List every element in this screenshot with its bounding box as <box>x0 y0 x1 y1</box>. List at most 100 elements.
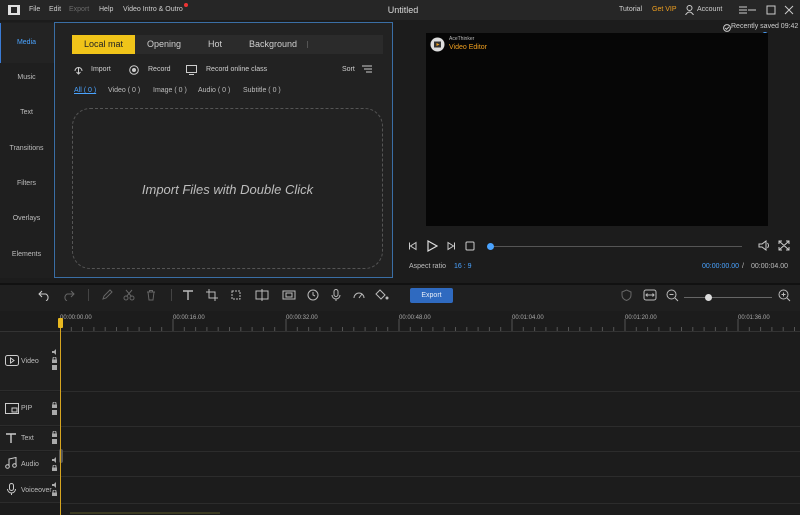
cut-icon[interactable] <box>123 289 135 301</box>
timeline-tracks <box>0 331 800 515</box>
playhead-handle[interactable] <box>58 318 63 328</box>
maximize-icon[interactable] <box>764 3 778 17</box>
aspect-ratio-value[interactable]: 16 : 9 <box>454 263 472 270</box>
stop-icon[interactable] <box>465 241 475 251</box>
tab-hot[interactable]: Hot <box>200 35 230 54</box>
mosaic-icon[interactable] <box>282 289 296 301</box>
sort-icon[interactable] <box>361 64 373 74</box>
track-lock-icon[interactable] <box>52 402 58 408</box>
shield-icon[interactable] <box>621 289 632 301</box>
fit-timeline-icon[interactable] <box>643 289 657 301</box>
video-track-icon <box>5 355 19 366</box>
track-mute-icon[interactable] <box>52 482 58 488</box>
resize-icon[interactable] <box>230 289 242 301</box>
volume-icon[interactable] <box>758 240 770 251</box>
nav-music[interactable]: Music <box>0 74 53 81</box>
nav-overlays[interactable]: Overlays <box>0 215 53 222</box>
track-visibility-icon[interactable] <box>52 439 58 445</box>
filter-video[interactable]: Video ( 0 ) <box>108 87 140 94</box>
track-lock-icon[interactable] <box>52 465 58 471</box>
ruler-tick-label: 00:00:48.00 <box>399 315 431 321</box>
sort-label[interactable]: Sort <box>342 66 355 73</box>
export-button[interactable]: Export <box>410 288 453 303</box>
track-divider <box>60 476 800 477</box>
microphone-icon[interactable] <box>330 289 342 301</box>
duration-icon[interactable] <box>307 289 319 301</box>
timeline-ruler[interactable] <box>60 311 800 331</box>
record-online-icon[interactable] <box>186 65 197 75</box>
play-icon[interactable] <box>426 240 438 252</box>
dropzone-hint: Import Files with Double Click <box>141 182 314 197</box>
fullscreen-icon[interactable] <box>778 240 790 251</box>
tab-opening[interactable]: Opening <box>139 35 189 54</box>
track-divider <box>60 426 800 427</box>
nav-filters[interactable]: Filters <box>0 180 53 187</box>
menu-export[interactable]: Export <box>69 6 89 13</box>
track-visibility-icon[interactable] <box>52 365 58 371</box>
text-track-icon <box>5 432 17 444</box>
record-online-button[interactable]: Record online class <box>206 66 267 73</box>
track-label-pip: PIP <box>21 405 33 412</box>
text-tool-icon[interactable] <box>182 289 194 301</box>
playhead-line[interactable] <box>60 319 61 515</box>
record-icon[interactable] <box>129 65 140 75</box>
next-frame-icon[interactable] <box>446 241 456 251</box>
account-icon[interactable] <box>685 5 694 15</box>
filter-audio[interactable]: Audio ( 0 ) <box>198 87 230 94</box>
get-vip-link[interactable]: Get VIP <box>652 6 677 13</box>
crop-icon[interactable] <box>206 289 218 301</box>
pip-track-icon <box>5 403 19 414</box>
menu-help[interactable]: Help <box>99 6 113 13</box>
delete-icon[interactable] <box>145 289 157 301</box>
menu-video-intro-outro[interactable]: Video Intro & Outro <box>123 6 183 13</box>
track-lock-icon[interactable] <box>52 357 58 363</box>
nav-text[interactable]: Text <box>0 109 53 116</box>
track-lock-icon[interactable] <box>52 431 58 437</box>
speed-icon[interactable] <box>353 289 365 301</box>
tutorial-link[interactable]: Tutorial <box>619 6 642 13</box>
prev-frame-icon[interactable] <box>408 241 418 251</box>
nav-transitions[interactable]: Transitions <box>0 145 53 152</box>
minimize-icon[interactable] <box>745 3 759 17</box>
zoom-slider-thumb[interactable] <box>705 294 712 301</box>
track-lock-icon[interactable] <box>52 490 58 496</box>
track-divider <box>0 331 800 332</box>
tab-background[interactable]: Background <box>240 35 306 54</box>
track-label-voiceover: Voiceover <box>21 487 52 494</box>
menu-file[interactable]: File <box>29 6 40 13</box>
filter-subtitle[interactable]: Subtitle ( 0 ) <box>243 87 281 94</box>
split-icon[interactable] <box>255 289 269 301</box>
close-icon[interactable] <box>782 3 796 17</box>
tab-local-mat[interactable]: Local mat <box>72 35 135 54</box>
account-link[interactable]: Account <box>697 6 722 13</box>
preview-progress-thumb[interactable] <box>487 243 494 250</box>
edit-pencil-icon[interactable] <box>101 289 113 301</box>
filter-image[interactable]: Image ( 0 ) <box>153 87 187 94</box>
preview-progress-track[interactable] <box>490 246 742 247</box>
color-fill-icon[interactable] <box>375 289 389 301</box>
track-mute-icon[interactable] <box>52 349 58 355</box>
zoom-out-icon[interactable] <box>666 289 679 302</box>
nav-media[interactable]: Media <box>0 39 53 46</box>
import-button[interactable]: Import <box>91 66 111 73</box>
timeline-scrollbar[interactable] <box>70 512 220 514</box>
voiceover-track-icon <box>6 483 17 495</box>
menu-edit[interactable]: Edit <box>49 6 61 13</box>
filter-all[interactable]: All ( 0 ) <box>74 87 96 94</box>
redo-icon[interactable] <box>61 289 75 301</box>
ruler-tick-label: 00:01:20.00 <box>625 315 657 321</box>
import-icon[interactable] <box>73 65 84 75</box>
watermark-product: Video Editor <box>449 44 488 51</box>
track-mute-icon[interactable] <box>52 457 58 463</box>
app-logo-icon <box>8 5 20 15</box>
ruler-tick-label: 00:00:16.00 <box>173 315 205 321</box>
zoom-slider-track[interactable] <box>684 297 772 298</box>
nav-elements[interactable]: Elements <box>0 251 53 258</box>
zoom-in-icon[interactable] <box>778 289 791 302</box>
save-status: Recently saved 09:42 <box>731 23 799 30</box>
undo-icon[interactable] <box>38 289 52 301</box>
ruler-tick-label: 00:01:36.00 <box>738 315 770 321</box>
track-visibility-icon[interactable] <box>52 410 58 416</box>
record-button[interactable]: Record <box>148 66 171 73</box>
track-divider <box>60 451 800 452</box>
